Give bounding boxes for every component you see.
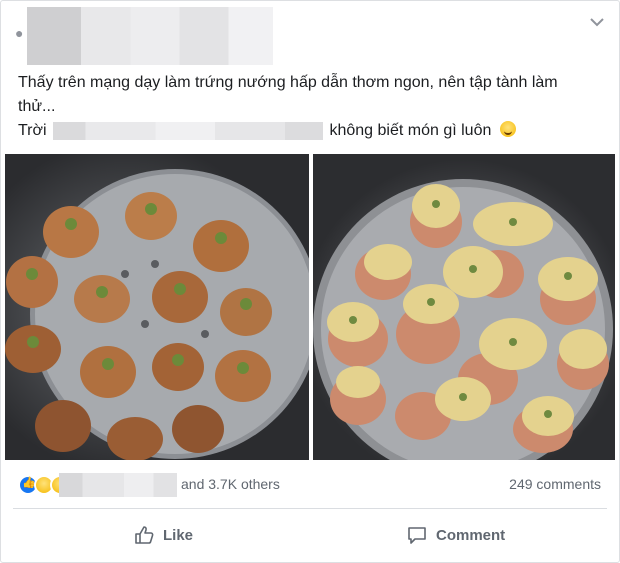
- action-bar: Like Comment: [1, 509, 619, 561]
- post-card: ● Thấy trên mạng dạy làm trứng nướng hấp…: [0, 0, 620, 563]
- reactions-bar: and 3.7K others 249 comments: [1, 463, 619, 507]
- post-text-line-3: Trời không biết món gì luôn: [18, 119, 608, 143]
- post-text-suffix: không biết món gì luôn: [329, 122, 492, 139]
- comment-label: Comment: [436, 526, 506, 544]
- comment-bubble-icon: [406, 524, 428, 546]
- like-button[interactable]: Like: [133, 517, 193, 553]
- blurred-author-name: [27, 7, 273, 65]
- photo-eggs-after[interactable]: [313, 154, 615, 460]
- thumbs-up-icon: [133, 524, 155, 546]
- post-text: Thấy trên mạng dạy làm trứng nướng hấp d…: [18, 71, 608, 143]
- reactions-count[interactable]: and 3.7K others: [181, 475, 280, 493]
- comments-count[interactable]: 249 comments: [509, 475, 601, 493]
- sweat-smile-emoji-icon: [499, 121, 516, 137]
- comment-button[interactable]: Comment: [406, 517, 505, 553]
- post-header: ●: [1, 1, 619, 65]
- like-label: Like: [163, 526, 194, 544]
- avatar[interactable]: ●: [15, 25, 27, 41]
- post-text-prefix: Trời: [18, 122, 47, 139]
- post-text-line-1: Thấy trên mạng dạy làm trứng nướng hấp d…: [18, 74, 558, 91]
- blurred-reactor-names: [59, 473, 177, 497]
- chevron-down-icon[interactable]: [589, 15, 605, 27]
- photo-eggs-before[interactable]: [5, 154, 309, 460]
- blurred-text: [53, 121, 324, 140]
- post-text-line-2: thử...: [18, 98, 56, 115]
